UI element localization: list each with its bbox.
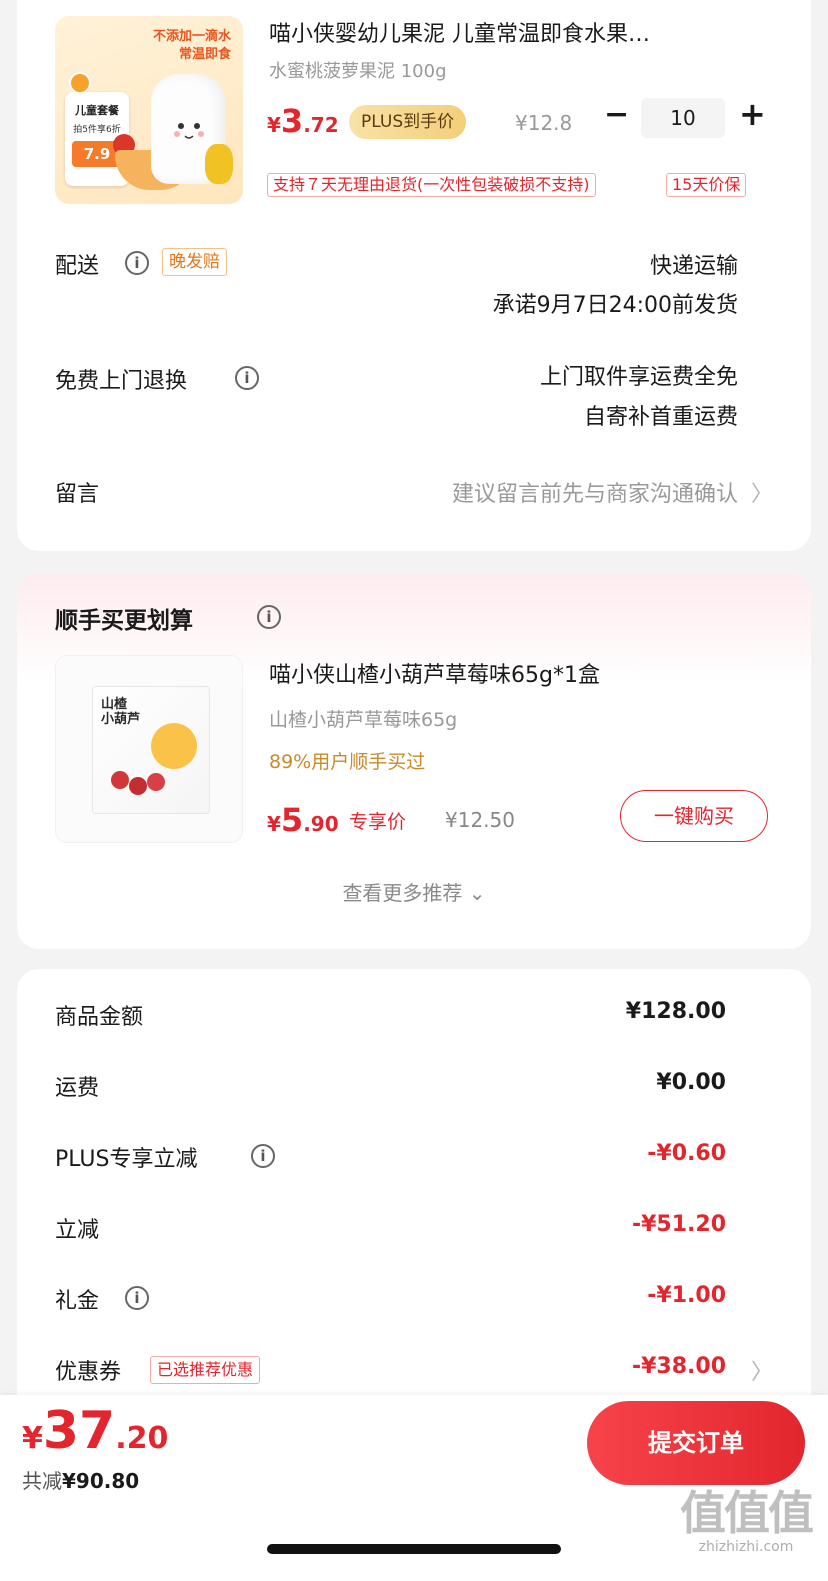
delivery-promise[interactable]: 承诺9月7日24:00前发货 xyxy=(493,287,738,319)
late-compensation-tag: 晚发赔 xyxy=(162,248,227,276)
hawthorn-icon xyxy=(129,777,147,795)
total-saved[interactable]: 共减¥90.80 xyxy=(22,1465,139,1494)
delivery-info-icon[interactable]: i xyxy=(125,251,149,275)
return-policy-tag: 支持７天无理由退货(一次性包装破损不支持) xyxy=(267,173,596,197)
addon-price: ¥5.90 xyxy=(267,801,339,839)
summary-row-value: -¥51.20 xyxy=(631,1212,726,1237)
pineapple-icon xyxy=(205,144,233,184)
free-return-label: 免费上门退换 xyxy=(55,369,188,394)
addon-stat: 89%用户顺手买过 xyxy=(269,751,426,773)
addon-box-image: 山楂 小葫芦 xyxy=(92,686,210,814)
product-title[interactable]: 喵小侠婴幼儿果泥 儿童常温即食水果… xyxy=(269,16,650,48)
delivery-method[interactable]: 快递运输 xyxy=(650,248,738,280)
checkout-bar: ¥37.20 共减¥90.80 提交订单 值值值 zhizhizhi.com xyxy=(0,1395,828,1581)
message-input[interactable]: 建议留言前先与商家沟通确认 xyxy=(452,476,738,508)
addon-original-price: ¥12.50 xyxy=(445,808,515,832)
addon-product-image[interactable]: 山楂 小葫芦 xyxy=(55,655,243,843)
hawthorn-icon xyxy=(111,771,129,789)
addon-card: 顺手买更划算 i 山楂 小葫芦 喵小侠山楂小葫芦草莓味65g*1盒 山楂小葫芦草… xyxy=(17,573,811,949)
price-protect-tag: 15天价保 xyxy=(666,173,747,197)
addon-section-title: 顺手买更划算 xyxy=(55,608,193,634)
mascot-icon xyxy=(151,723,197,769)
summary-row-label: 立减 xyxy=(55,1218,100,1243)
product-image-tag: 不添加一滴水 常温即食 xyxy=(152,29,231,62)
one-click-buy-button[interactable]: 一键购买 xyxy=(620,790,768,842)
summary-row-label: 商品金额 xyxy=(55,1005,144,1030)
quantity-decrease-button[interactable]: − xyxy=(604,97,629,132)
delivery-label: 配送 xyxy=(55,254,100,279)
plus-discount-info-icon[interactable]: i xyxy=(251,1144,275,1168)
gift-money-info-icon[interactable]: i xyxy=(125,1286,149,1310)
addon-info-icon[interactable]: i xyxy=(257,605,281,629)
quantity-increase-button[interactable]: + xyxy=(739,95,766,133)
hawthorn-icon xyxy=(147,773,165,791)
home-indicator[interactable] xyxy=(267,1544,561,1554)
product-price: ¥3.72 xyxy=(267,102,339,140)
chevron-down-icon: ⌄ xyxy=(468,881,486,905)
quantity-field[interactable]: 10 xyxy=(641,98,725,138)
summary-row-value: -¥1.00 xyxy=(647,1283,726,1308)
exclusive-price-label: 专享价 xyxy=(349,811,407,833)
watermark: 值值值 zhizhizhi.com xyxy=(680,1486,814,1555)
mascot-face-icon xyxy=(174,123,204,139)
summary-row-value: -¥0.60 xyxy=(647,1141,726,1166)
price-summary-card: 商品金额 ¥128.00 运费 ¥0.00 PLUS专享立减 i -¥0.60 … xyxy=(17,969,811,1419)
summary-row-value: ¥128.00 xyxy=(625,999,726,1024)
summary-row-label: PLUS专享立减 xyxy=(55,1147,198,1172)
original-price: ¥12.8 xyxy=(515,111,573,135)
coupon-value[interactable]: -¥38.00 xyxy=(632,1354,726,1379)
free-return-line1: 上门取件享运费全免 xyxy=(539,365,738,390)
addon-spec: 山楂小葫芦草莓味65g xyxy=(269,709,458,731)
product-image[interactable]: 不添加一滴水 常温即食 儿童套餐 拍5件享6折 7.9 xyxy=(55,16,243,204)
see-more-button[interactable]: 查看更多推荐 ⌄ xyxy=(17,877,811,906)
addon-title[interactable]: 喵小侠山楂小葫芦草莓味65g*1盒 xyxy=(269,657,600,689)
brand-badge-icon xyxy=(69,72,91,94)
free-return-line2: 自寄补首重运费 xyxy=(583,405,738,430)
summary-row-value: ¥0.00 xyxy=(656,1070,726,1095)
summary-row-label: 运费 xyxy=(55,1076,100,1101)
message-label: 留言 xyxy=(55,482,100,507)
coupon-chevron-icon[interactable]: 〉 xyxy=(751,1354,773,1386)
plus-price-tag: PLUS到手价 xyxy=(349,105,467,139)
total-price: ¥37.20 xyxy=(22,1401,169,1461)
message-chevron-icon: 〉 xyxy=(750,482,773,507)
submit-order-button[interactable]: 提交订单 xyxy=(587,1401,805,1485)
summary-row-label: 礼金 xyxy=(55,1289,100,1314)
product-spec[interactable]: 水蜜桃菠萝果泥 100g xyxy=(269,57,447,83)
coupon-label[interactable]: 优惠券 xyxy=(55,1354,121,1386)
free-return-info-icon[interactable]: i xyxy=(235,366,259,390)
product-card: 不添加一滴水 常温即食 儿童套餐 拍5件享6折 7.9 喵小侠婴幼儿果泥 儿童常… xyxy=(17,0,811,551)
coupon-recommended-tag: 已选推荐优惠 xyxy=(150,1356,261,1384)
